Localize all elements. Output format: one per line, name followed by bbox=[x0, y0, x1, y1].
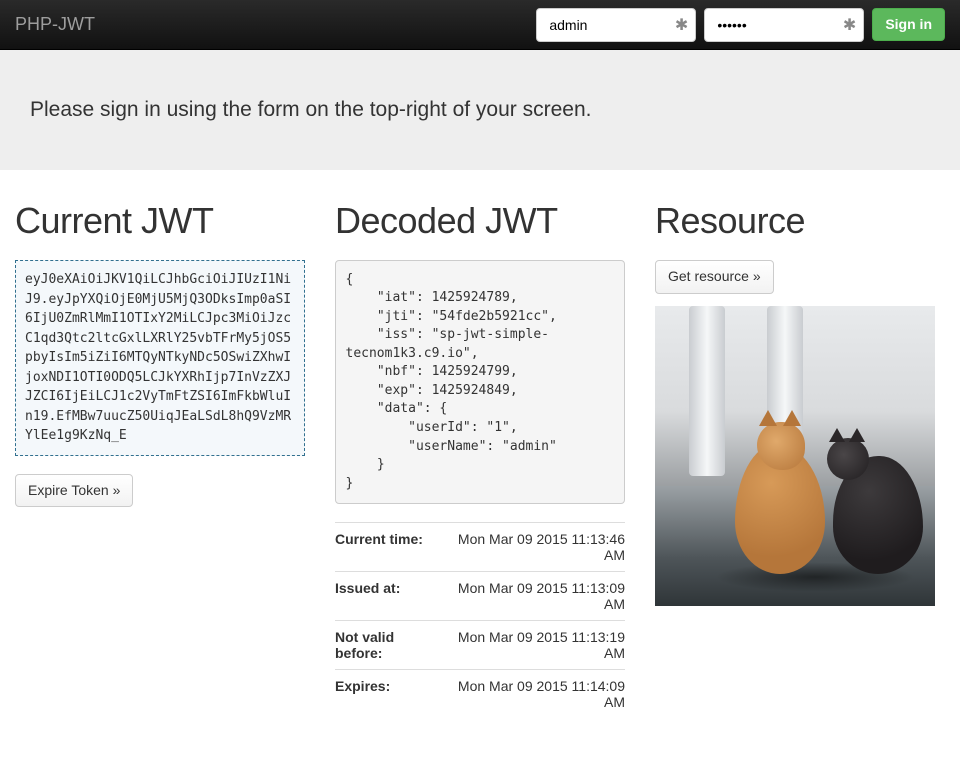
resource-heading: Resource bbox=[655, 200, 945, 242]
time-label: Not valid before: bbox=[335, 629, 445, 661]
time-value: Mon Mar 09 2015 11:14:09 AM bbox=[455, 678, 625, 710]
clear-icon[interactable]: ✱ bbox=[675, 15, 688, 35]
current-jwt-heading: Current JWT bbox=[15, 200, 305, 242]
password-wrap: ✱ bbox=[704, 8, 864, 42]
cat-graphic bbox=[833, 456, 923, 574]
jwt-token-box: eyJ0eXAiOiJKV1QiLCJhbGciOiJIUzI1NiJ9.eyJ… bbox=[15, 260, 305, 456]
resource-image bbox=[655, 306, 935, 606]
time-value: Mon Mar 09 2015 11:13:46 AM bbox=[455, 531, 625, 563]
time-row: Issued at: Mon Mar 09 2015 11:13:09 AM bbox=[335, 571, 625, 620]
password-input[interactable] bbox=[704, 8, 864, 42]
brand-link[interactable]: PHP-JWT bbox=[15, 14, 95, 35]
decoded-json: { "iat": 1425924789, "jti": "54fde2b5921… bbox=[335, 260, 625, 504]
jumbotron: Please sign in using the form on the top… bbox=[0, 50, 960, 170]
clear-icon[interactable]: ✱ bbox=[843, 15, 856, 35]
signin-form: ✱ ✱ Sign in bbox=[536, 8, 945, 42]
signin-button[interactable]: Sign in bbox=[872, 8, 945, 42]
columns-row: Current JWT eyJ0eXAiOiJKV1QiLCJhbGciOiJI… bbox=[15, 200, 945, 718]
time-label: Issued at: bbox=[335, 580, 445, 612]
navbar: PHP-JWT ✱ ✱ Sign in bbox=[0, 0, 960, 50]
current-jwt-column: Current JWT eyJ0eXAiOiJKV1QiLCJhbGciOiJI… bbox=[15, 200, 305, 718]
time-value: Mon Mar 09 2015 11:13:09 AM bbox=[455, 580, 625, 612]
time-label: Expires: bbox=[335, 678, 445, 710]
resource-column: Resource Get resource » bbox=[655, 200, 945, 718]
time-value: Mon Mar 09 2015 11:13:19 AM bbox=[455, 629, 625, 661]
time-row: Current time: Mon Mar 09 2015 11:13:46 A… bbox=[335, 522, 625, 571]
expire-token-button[interactable]: Expire Token » bbox=[15, 474, 133, 508]
time-row: Expires: Mon Mar 09 2015 11:14:09 AM bbox=[335, 669, 625, 718]
main-container: Current JWT eyJ0eXAiOiJKV1QiLCJhbGciOiJI… bbox=[0, 200, 960, 718]
time-list: Current time: Mon Mar 09 2015 11:13:46 A… bbox=[335, 522, 625, 718]
decoded-jwt-column: Decoded JWT { "iat": 1425924789, "jti": … bbox=[335, 200, 625, 718]
cat-graphic bbox=[735, 444, 825, 574]
decoded-jwt-heading: Decoded JWT bbox=[335, 200, 625, 242]
pillar-graphic bbox=[689, 306, 725, 476]
get-resource-button[interactable]: Get resource » bbox=[655, 260, 774, 294]
time-label: Current time: bbox=[335, 531, 445, 563]
time-row: Not valid before: Mon Mar 09 2015 11:13:… bbox=[335, 620, 625, 669]
signin-instruction: Please sign in using the form on the top… bbox=[30, 98, 930, 122]
username-wrap: ✱ bbox=[536, 8, 696, 42]
username-input[interactable] bbox=[536, 8, 696, 42]
